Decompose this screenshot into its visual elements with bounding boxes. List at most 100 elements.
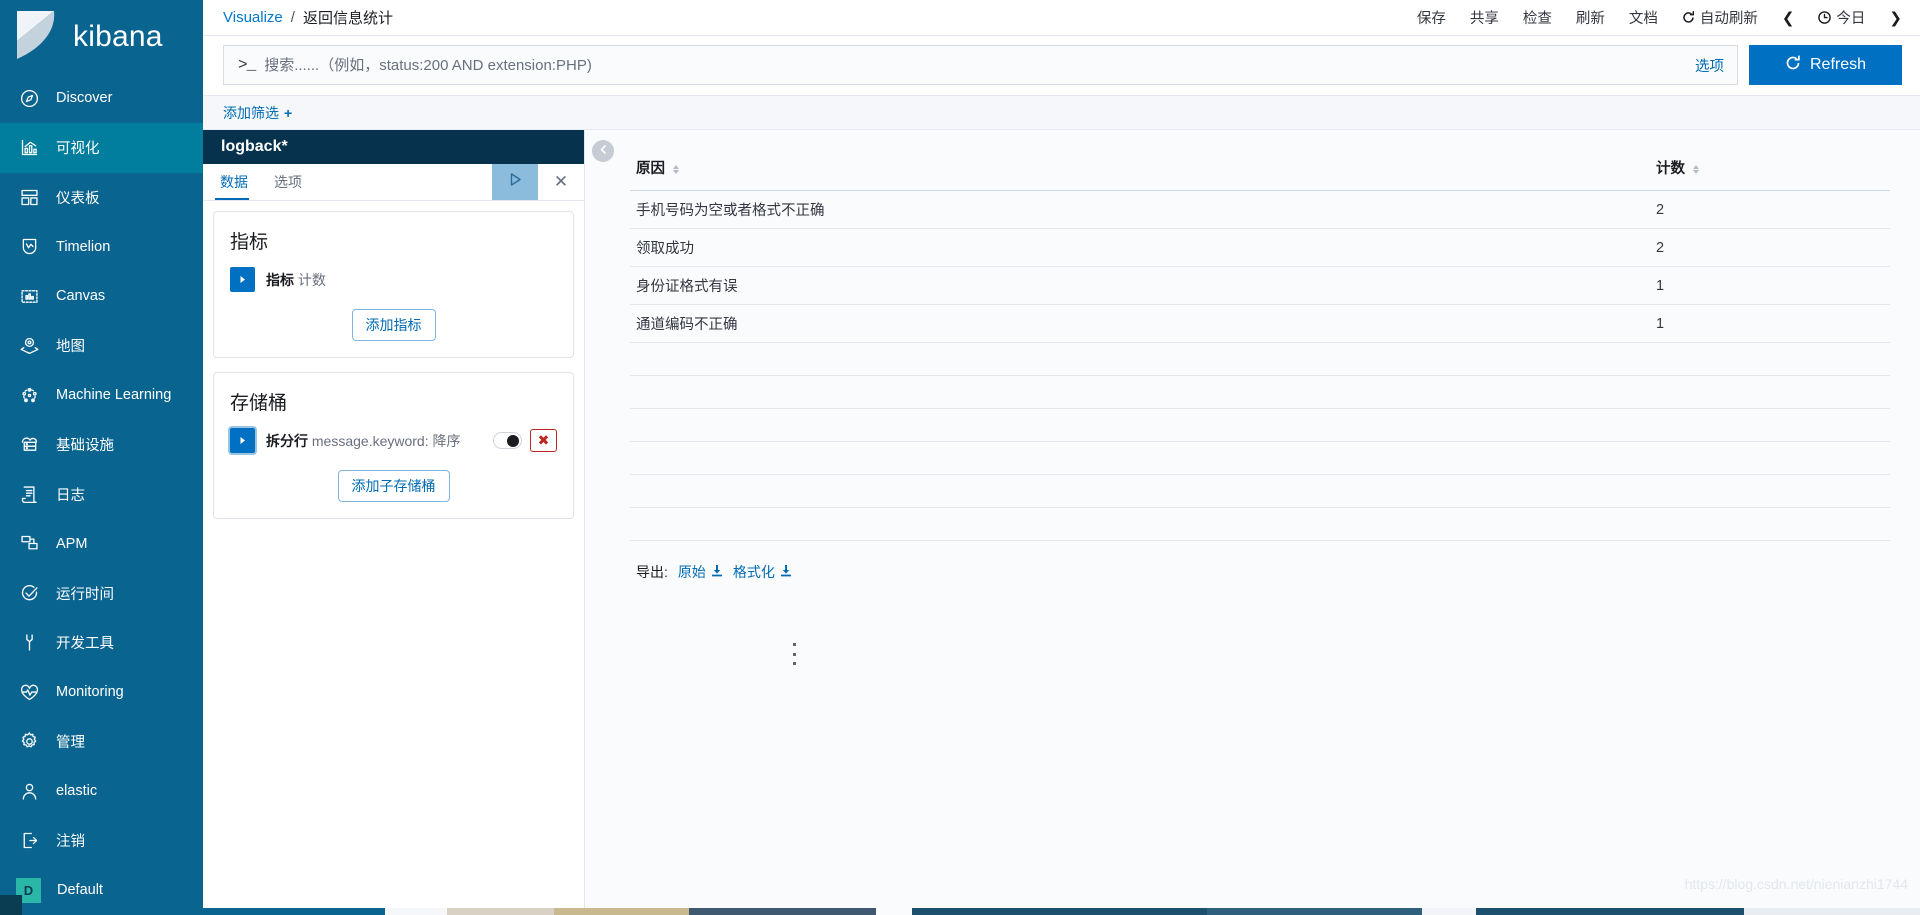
- sidebar-item-开发工具[interactable]: 开发工具: [0, 618, 203, 668]
- bucket-enable-toggle[interactable]: [493, 432, 522, 449]
- header-action-0[interactable]: 保存: [1417, 7, 1446, 28]
- table-row[interactable]: 身份证格式有误 1: [630, 266, 1890, 305]
- buckets-title: 存储桶: [230, 393, 288, 414]
- data-table-head: 原因 计数: [630, 148, 1890, 191]
- expand-bucket-icon[interactable]: [230, 428, 255, 453]
- data-table-body: 手机号码为空或者格式不正确 2 领取成功 2 身份证格式有误 1 通道编码不正确 1: [630, 190, 1890, 541]
- bottom-strip-segment: [1207, 908, 1422, 915]
- editor-resize-handle[interactable]: [789, 643, 799, 665]
- bottom-strip-segment: [1475, 908, 1744, 915]
- sidebar-item-label: APM: [56, 535, 88, 552]
- sidebar-item-monitoring[interactable]: Monitoring: [0, 668, 203, 718]
- search-box[interactable]: >_ 选项: [223, 45, 1738, 85]
- cell-count: 1: [1650, 304, 1890, 343]
- sidebar-item-default[interactable]: D Default: [0, 866, 203, 915]
- data-table-header-row: 原因 计数: [630, 148, 1890, 191]
- sidebar-item-discover[interactable]: Discover: [0, 74, 203, 124]
- header-action-5[interactable]: 自动刷新: [1682, 7, 1758, 28]
- sidebar-item-可视化[interactable]: 可视化: [0, 123, 203, 173]
- apply-changes-button[interactable]: [492, 164, 538, 200]
- column-header-reason-label: 原因: [636, 161, 665, 177]
- ml-icon: [18, 384, 40, 406]
- kibana-logo[interactable]: kibana: [0, 0, 203, 74]
- gear-icon: [18, 731, 40, 753]
- export-raw-link[interactable]: 原始: [678, 562, 723, 582]
- sidebar-bottom-accent: [0, 895, 22, 915]
- tab-options[interactable]: 选项: [261, 164, 315, 200]
- breadcrumb-visualize[interactable]: Visualize: [223, 9, 283, 26]
- expand-metric-icon[interactable]: [230, 267, 255, 292]
- sidebar-item-label: 可视化: [56, 141, 100, 158]
- time-picker-button[interactable]: 今日: [1818, 7, 1865, 28]
- play-icon: [507, 171, 524, 193]
- header-action-4[interactable]: 文档: [1629, 7, 1658, 28]
- bottom-strip-segment: [688, 908, 877, 915]
- header-action-label: 保存: [1416, 11, 1446, 27]
- collapse-editor-button[interactable]: [592, 140, 614, 162]
- column-header-reason[interactable]: 原因: [630, 148, 1650, 191]
- sidebar-item-label: Canvas: [56, 288, 106, 305]
- export-raw-label: 原始: [677, 564, 706, 580]
- query-options-link[interactable]: 选项: [1683, 55, 1724, 76]
- sidebar-item-仪表板[interactable]: 仪表板: [0, 173, 203, 223]
- buckets-card: 存储桶 拆分行 message.keyword: 降序 ✖ 添加子存储桶: [213, 372, 574, 519]
- sort-icon[interactable]: [1693, 164, 1700, 174]
- sidebar-item-label: Machine Learning: [56, 387, 172, 404]
- cell-empty: [1650, 507, 1890, 541]
- sidebar-item-machine-learning[interactable]: Machine Learning: [0, 371, 203, 421]
- refresh-button[interactable]: Refresh: [1749, 45, 1902, 85]
- time-picker-label: 今日: [1836, 11, 1866, 27]
- sidebar-item-运行时间[interactable]: 运行时间: [0, 569, 203, 619]
- metric-description: 指标 计数: [266, 270, 326, 290]
- export-formatted-link[interactable]: 格式化: [733, 562, 792, 582]
- search-input[interactable]: [264, 56, 1683, 74]
- table-row[interactable]: 通道编码不正确 1: [630, 304, 1890, 343]
- wrench-icon: [18, 632, 40, 654]
- tab-data[interactable]: 数据: [203, 164, 261, 200]
- bottom-strip-segment: [554, 908, 689, 915]
- add-metric-button[interactable]: 添加指标: [351, 309, 436, 341]
- cell-empty: [1650, 441, 1890, 475]
- add-filter-label: 添加筛选: [223, 104, 279, 121]
- sidebar-item-地图[interactable]: 地图: [0, 321, 203, 371]
- query-bar: >_ 选项 Refresh: [203, 36, 1920, 96]
- header-action-1[interactable]: 共享: [1470, 7, 1499, 28]
- time-prev-button[interactable]: ❮: [1782, 9, 1795, 27]
- add-sub-bucket-button[interactable]: 添加子存储桶: [337, 470, 450, 502]
- tab-data-label: 数据: [220, 174, 248, 190]
- sidebar-item-注销[interactable]: 注销: [0, 816, 203, 866]
- header-action-label: 刷新: [1575, 11, 1605, 27]
- header-action-label: 文档: [1628, 11, 1658, 27]
- plus-icon: +: [284, 104, 293, 121]
- sidebar-item-label: 注销: [56, 834, 85, 851]
- bucket-row[interactable]: 拆分行 message.keyword: 降序 ✖: [230, 428, 557, 453]
- table-row[interactable]: 手机号码为空或者格式不正确 2: [630, 190, 1890, 229]
- visualization-panel: 原因 计数 手机号码为空或者格式不正确 2 领取成功 2 身份证格式有误 1 通…: [585, 130, 1920, 908]
- sort-icon[interactable]: [673, 164, 680, 174]
- sidebar-item-日志[interactable]: 日志: [0, 470, 203, 520]
- column-header-count[interactable]: 计数: [1650, 148, 1890, 191]
- export-row: 导出: 原始 格式化: [630, 541, 1890, 582]
- export-formatted-label: 格式化: [732, 564, 775, 580]
- sidebar-item-timelion[interactable]: Timelion: [0, 222, 203, 272]
- add-filter-button[interactable]: 添加筛选 +: [223, 103, 292, 123]
- header-action-3[interactable]: 刷新: [1576, 7, 1605, 28]
- sidebar-item-elastic[interactable]: elastic: [0, 767, 203, 817]
- sidebar-item-canvas[interactable]: Canvas: [0, 272, 203, 322]
- time-next-button[interactable]: ❯: [1889, 9, 1902, 27]
- table-row[interactable]: 领取成功 2: [630, 228, 1890, 267]
- header-action-2[interactable]: 检查: [1523, 7, 1552, 28]
- sidebar-item-apm[interactable]: APM: [0, 519, 203, 569]
- delete-bucket-button[interactable]: ✖: [530, 429, 557, 452]
- sidebar-item-基础设施[interactable]: 基础设施: [0, 420, 203, 470]
- discard-changes-button[interactable]: ✕: [538, 164, 584, 200]
- filter-bar: 添加筛选 +: [203, 96, 1920, 130]
- metrics-card: 指标 指标 计数 添加指标: [213, 211, 574, 358]
- sidebar-item-label: 地图: [56, 339, 85, 356]
- metric-row[interactable]: 指标 计数: [230, 267, 557, 292]
- cell-empty: [1650, 408, 1890, 442]
- bottom-strip-segment: [447, 908, 555, 915]
- infra-icon: [18, 434, 40, 456]
- metric-value: 计数: [297, 271, 326, 288]
- sidebar-item-管理[interactable]: 管理: [0, 717, 203, 767]
